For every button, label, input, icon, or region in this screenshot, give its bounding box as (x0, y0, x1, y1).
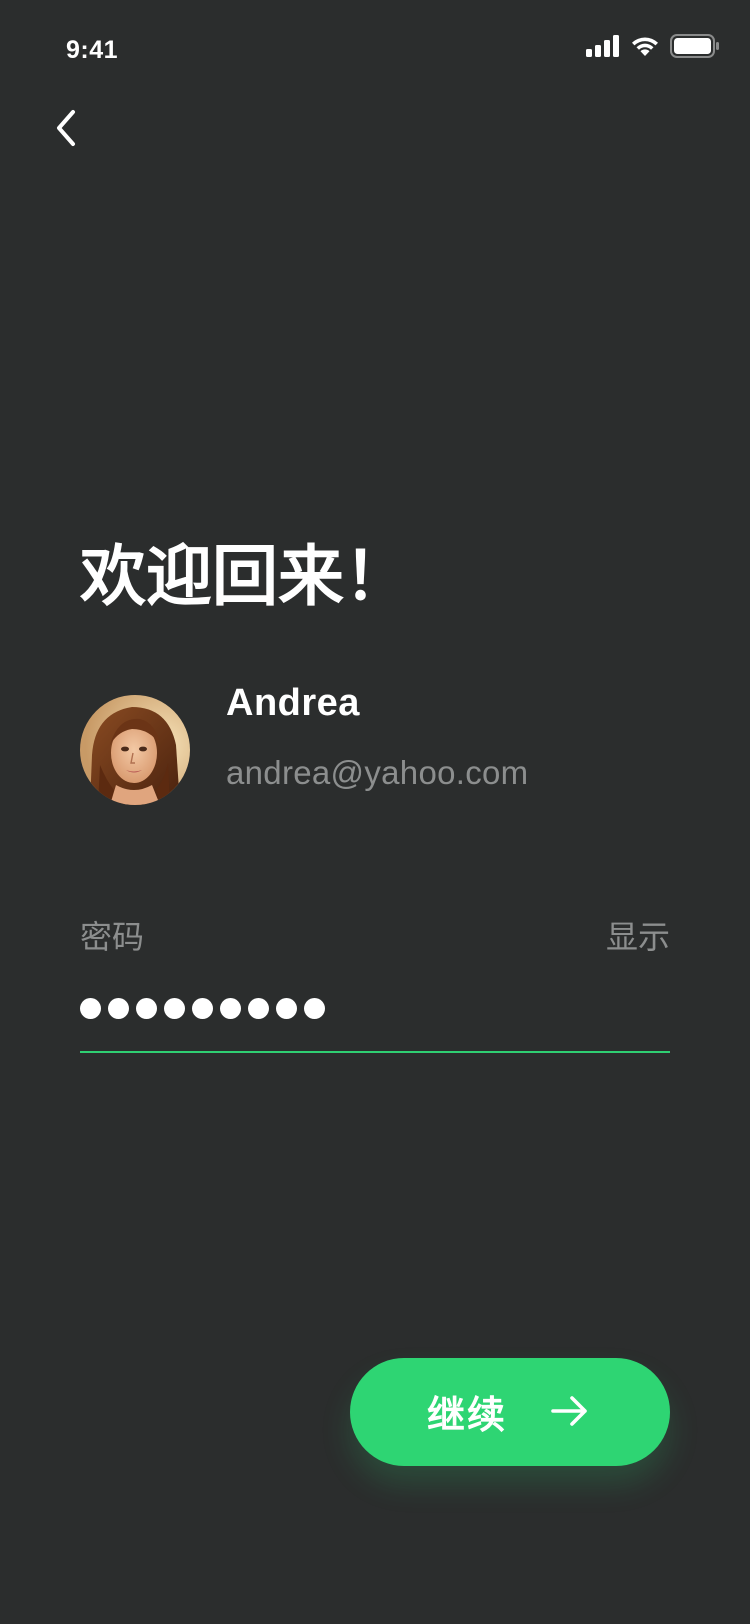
status-time: 9:41 (66, 36, 119, 64)
password-input[interactable] (80, 998, 325, 1019)
password-dot (108, 998, 129, 1019)
login-screen: 9:41 欢迎回来！ Andrea andrea@yahoo.com 密码 显示… (0, 0, 750, 1624)
password-dot (136, 998, 157, 1019)
password-dot (164, 998, 185, 1019)
signal-icon (586, 35, 620, 62)
status-icons (586, 34, 720, 63)
battery-icon (670, 34, 720, 63)
user-email: andrea@yahoo.com (226, 754, 529, 791)
password-dot (80, 998, 101, 1019)
password-underline (80, 1051, 670, 1053)
password-dot (192, 998, 213, 1019)
show-password-toggle[interactable]: 显示 (606, 912, 670, 958)
password-dot (220, 998, 241, 1019)
back-button[interactable] (44, 108, 88, 152)
user-name: Andrea (226, 682, 360, 724)
wifi-icon (630, 35, 660, 62)
chevron-left-icon (53, 108, 79, 153)
page-title: 欢迎回来！ (80, 539, 410, 613)
password-dot (304, 998, 325, 1019)
password-dot (248, 998, 269, 1019)
continue-label: 继续 (427, 1395, 508, 1437)
password-label: 密码 (80, 919, 145, 955)
arrow-right-icon (550, 1394, 590, 1433)
continue-button[interactable]: 继续 (350, 1358, 670, 1466)
password-dot (276, 998, 297, 1019)
avatar (80, 695, 190, 805)
